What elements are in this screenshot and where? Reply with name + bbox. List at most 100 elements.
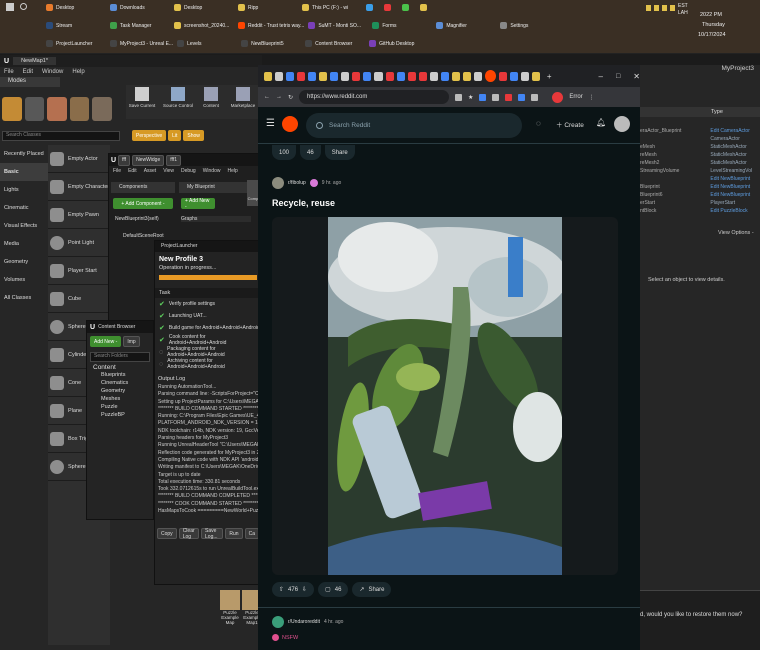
bookmark-star-icon[interactable]: ★ (468, 94, 473, 101)
clear-log-button[interactable]: Clear Log (178, 528, 200, 540)
folder-item[interactable]: Cinematics (93, 380, 153, 388)
content-button[interactable]: Content (198, 85, 224, 119)
chat-icon[interactable]: ◌ (536, 119, 541, 128)
placeable-item[interactable]: Empty Character (48, 173, 110, 201)
taskbar-item[interactable]: SuMT - Monti SO... (308, 20, 368, 31)
outliner-row[interactable]: Blueprint Edit NewBlueprint (640, 184, 760, 192)
extension-icon[interactable] (505, 93, 513, 101)
post-media[interactable] (272, 217, 618, 575)
downvote-icon[interactable]: ⇩ (302, 586, 307, 593)
post-title[interactable]: Recycle, reuse (272, 198, 335, 208)
comments-button[interactable]: ▢ 46 (318, 582, 349, 597)
extension-icon[interactable] (492, 93, 500, 101)
reddit-logo-icon[interactable] (282, 116, 298, 132)
taskbar-item[interactable]: Magnifier (436, 20, 496, 31)
extension-icon[interactable] (518, 93, 526, 101)
outliner-row[interactable]: CameraActor (640, 136, 760, 144)
bp-menu-edit[interactable]: Edit (128, 168, 137, 174)
browser-tab[interactable] (520, 71, 529, 81)
browser-tab[interactable] (286, 71, 295, 81)
outliner-row[interactable]: StreamingVolume LevelStreamingVol (640, 168, 760, 176)
forward-icon[interactable]: → (276, 94, 282, 100)
tab-fff1[interactable]: fff1 (166, 154, 182, 166)
taskbar-item[interactable]: Forms (372, 20, 432, 31)
prev-comments-button[interactable]: 46 (300, 145, 321, 160)
taskbar-item[interactable]: screenshot_20240... (174, 20, 234, 31)
browser-tab[interactable] (297, 71, 306, 81)
browser-tab[interactable] (396, 71, 405, 81)
browser-tab[interactable] (531, 71, 540, 81)
category-media[interactable]: Media (0, 235, 48, 253)
clock-time[interactable]: 2022 PM (700, 12, 722, 18)
next-post-author[interactable]: r/Undaroreddit (288, 619, 320, 625)
tab-fff[interactable]: fff (118, 154, 131, 166)
outliner-row[interactable]: Edit NewBlueprint (640, 176, 760, 184)
type-column-header[interactable]: Type (711, 109, 723, 115)
taskbar-item[interactable]: Downloads (110, 2, 170, 13)
placeable-item[interactable]: Empty Pawn (48, 201, 110, 229)
foliage-mode-icon[interactable] (69, 97, 90, 121)
bp-menu-view[interactable]: View (163, 168, 174, 174)
content-browser-tab[interactable]: Content Browser (98, 324, 135, 330)
outliner-row[interactable]: ntBlock Edit PuzzleBlock (640, 208, 760, 216)
profile-avatar[interactable] (552, 91, 564, 103)
taskbar-item[interactable]: Desktop (174, 2, 234, 13)
source-control-button[interactable]: Source Control (160, 85, 196, 119)
landscape-mode-icon[interactable] (47, 97, 67, 121)
reload-icon[interactable]: ↻ (288, 94, 293, 101)
tray-icons[interactable] (646, 5, 676, 11)
import-button[interactable]: Imp (123, 336, 140, 347)
hamburger-menu-icon[interactable]: ☰ (266, 118, 275, 129)
taskbar-item[interactable]: Levels (177, 38, 237, 49)
browser-tab[interactable] (440, 71, 449, 81)
bp-menu-help[interactable]: Help (227, 168, 237, 174)
share-button[interactable]: ↗ Share (352, 582, 392, 597)
maximize-icon[interactable]: □ (616, 73, 620, 80)
marketplace-button[interactable]: Marketplace (226, 85, 260, 119)
taskbar-item[interactable] (420, 2, 434, 13)
taskbar-item[interactable]: Settings (500, 20, 560, 31)
more-menu-icon[interactable]: ⋮ (589, 94, 595, 101)
browser-tab[interactable] (429, 71, 438, 81)
category-all-classes[interactable]: All Classes (0, 289, 48, 307)
outliner-row[interactable]: reMesh2 StaticMeshActor (640, 160, 760, 168)
browser-tab[interactable] (330, 71, 339, 81)
subreddit-avatar[interactable] (272, 177, 284, 189)
category-volumes[interactable]: Volumes (0, 271, 48, 289)
show-button[interactable]: Show (183, 130, 204, 141)
vote-pill[interactable]: ⇧ 476 ⇩ (272, 582, 315, 597)
minimize-icon[interactable]: – (599, 72, 603, 81)
new-tab-icon[interactable]: + (547, 72, 552, 81)
outliner-row[interactable]: eMesh StaticMeshActor (640, 144, 760, 152)
add-new-button[interactable]: + Add New - (181, 198, 215, 210)
taskbar-item[interactable] (384, 2, 398, 13)
browser-tab[interactable] (308, 71, 317, 81)
taskbar-item[interactable]: GitHub Desktop (369, 38, 429, 49)
taskbar-item[interactable] (402, 2, 416, 13)
asset-tile[interactable]: Puzzle Example Map (220, 590, 240, 650)
browser-tab[interactable] (418, 71, 427, 81)
active-reddit-tab[interactable] (484, 70, 496, 82)
back-icon[interactable]: ← (264, 94, 270, 100)
save-log-button[interactable]: Save Log... (201, 528, 224, 540)
folder-item[interactable]: Blueprints (93, 372, 153, 380)
create-button[interactable]: ＋ Create (556, 119, 584, 129)
perspective-button[interactable]: Perspective (132, 130, 167, 141)
cancel-button[interactable]: Ca (244, 528, 259, 539)
outliner-row[interactable]: eraActor_Blueprint Edit CameraActor (640, 128, 760, 136)
placeable-item[interactable]: Empty Actor (48, 145, 110, 173)
category-basic[interactable]: Basic (0, 163, 48, 181)
reddit-search-input[interactable]: Search Reddit (306, 113, 522, 138)
browser-tab[interactable] (473, 71, 482, 81)
graphs-section[interactable]: Graphs (181, 216, 251, 222)
subreddit-avatar[interactable] (272, 616, 284, 628)
prev-share-button[interactable]: Share (324, 145, 355, 160)
folder-item[interactable]: Geometry (93, 388, 153, 396)
menu-help[interactable]: Help (72, 69, 84, 75)
post-author[interactable]: r/fibolup (288, 180, 306, 186)
browser-tab[interactable] (374, 71, 383, 81)
taskbar-item[interactable]: This PC (F:) - wi (302, 2, 362, 13)
taskbar-item[interactable]: Desktop (46, 2, 106, 13)
category-recently-placed[interactable]: Recently Placed (0, 145, 48, 163)
taskbar-item[interactable] (366, 2, 380, 13)
